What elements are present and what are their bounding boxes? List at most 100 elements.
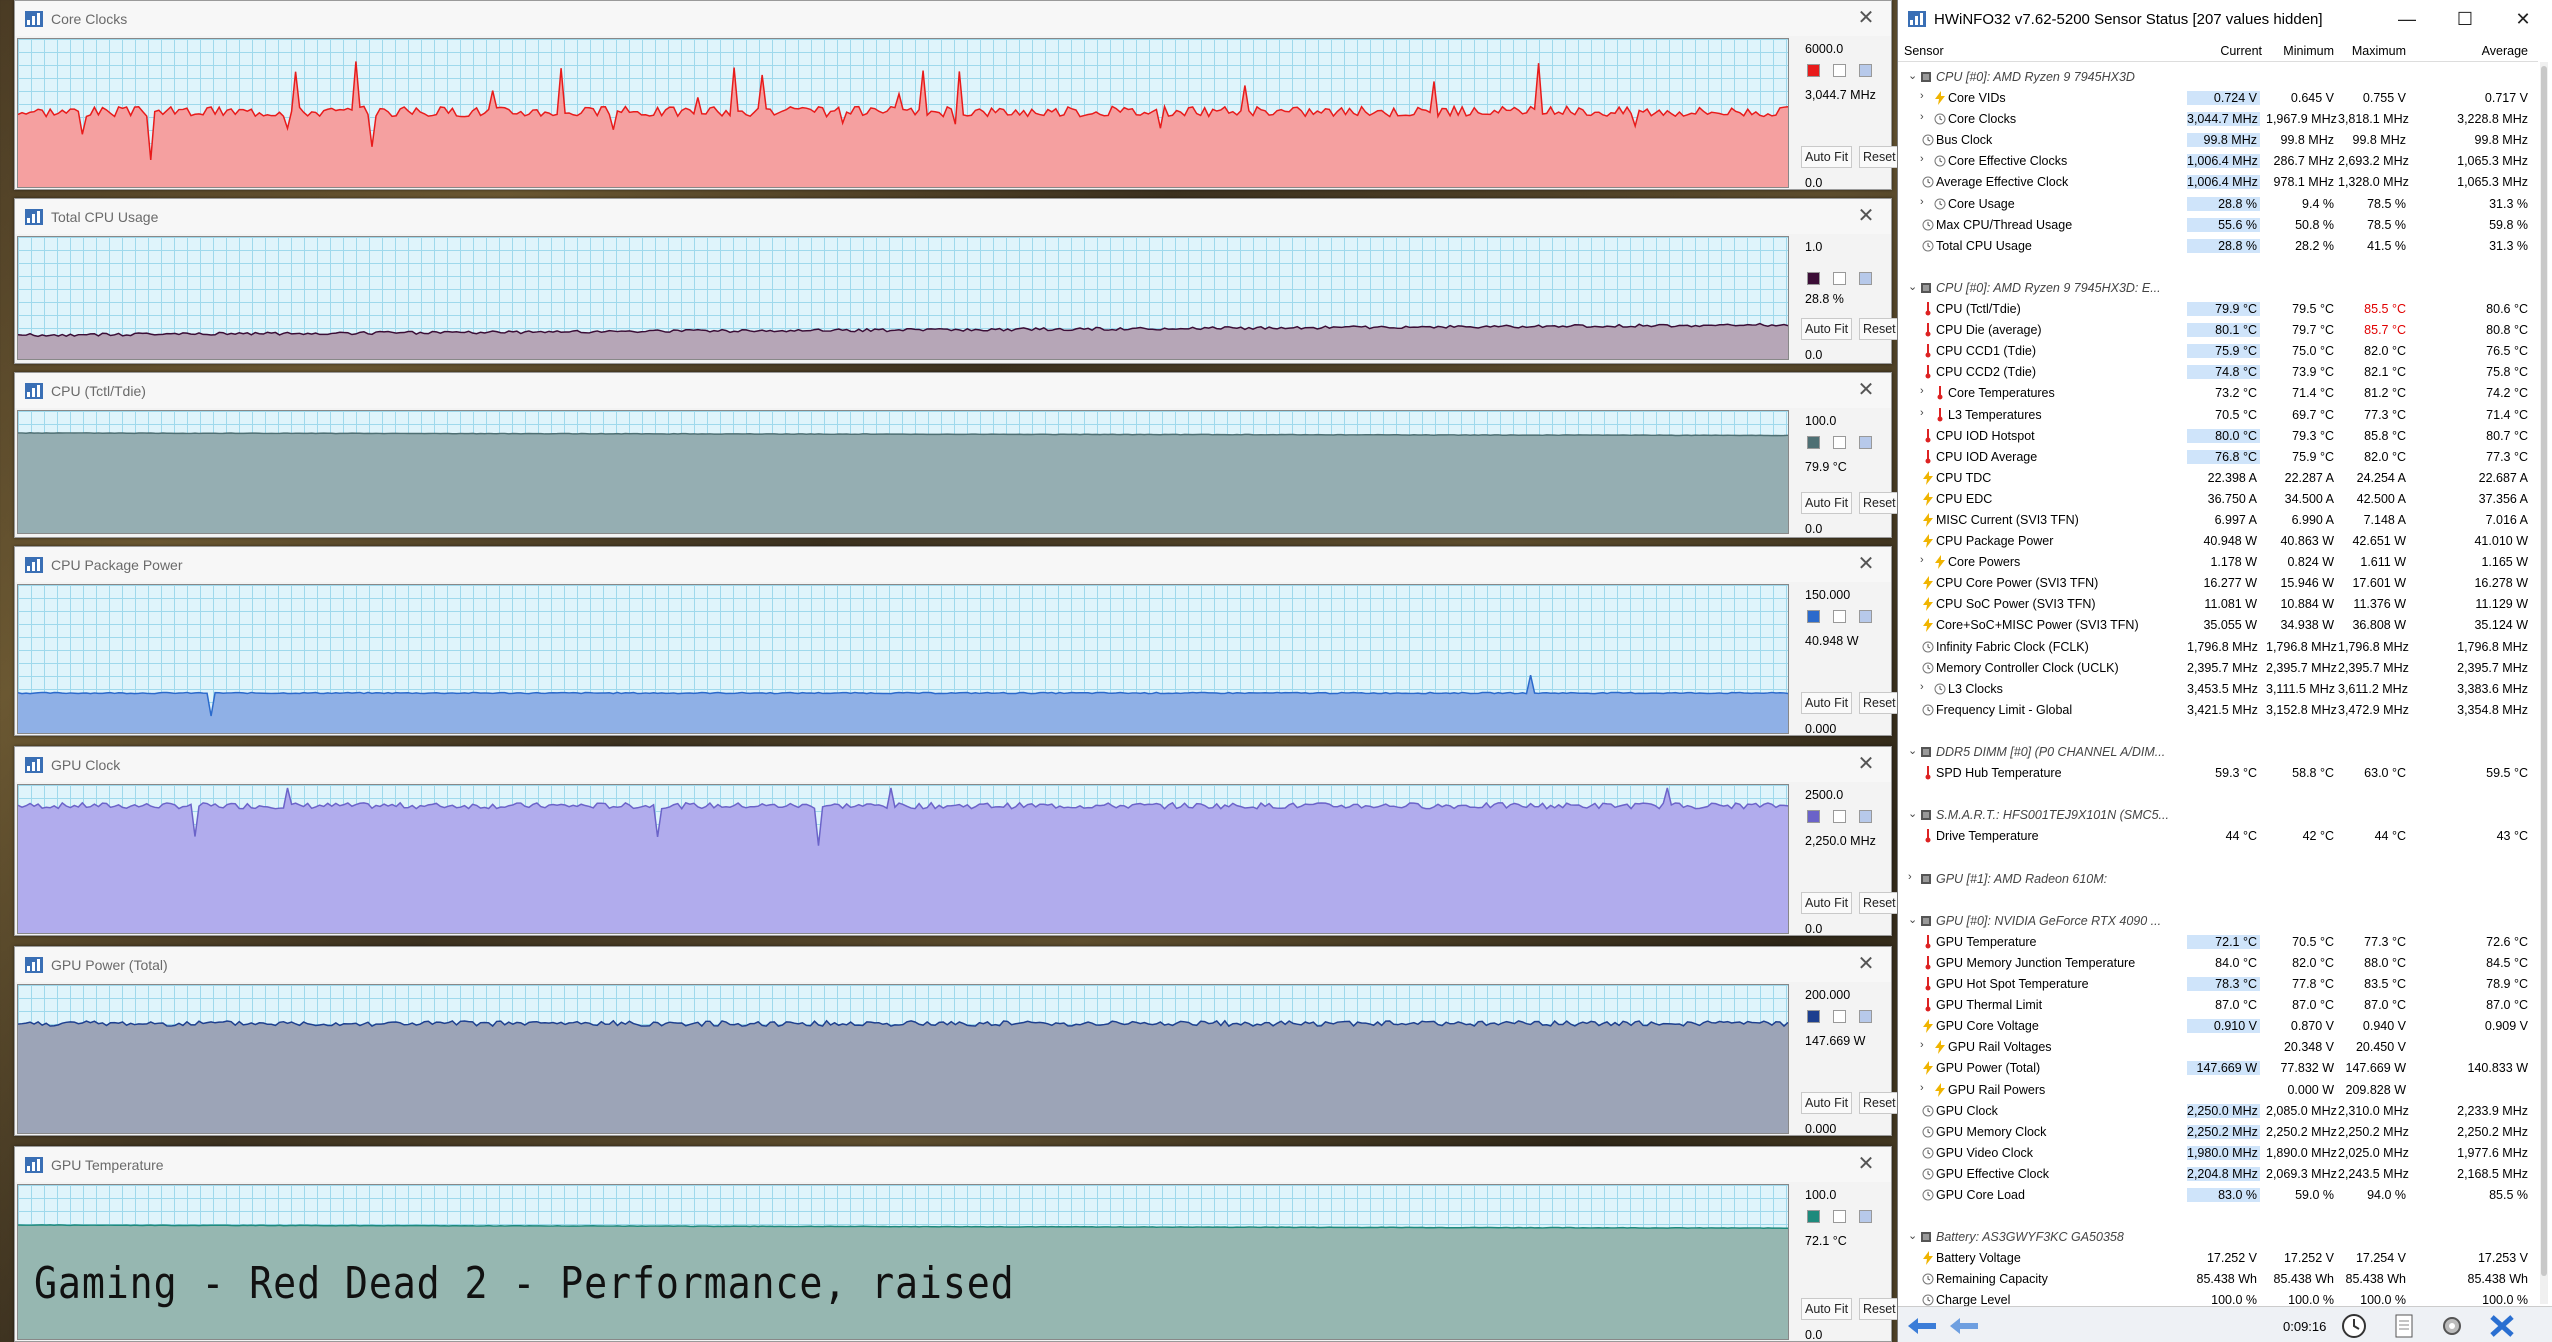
sensor-row[interactable]: GPU Hot Spot Temperature 78.3 °C 77.8 °C 83…	[1898, 974, 2538, 995]
graph-window-1[interactable]: Total CPU Usage ✕ 1.0 28.8 % Auto Fit Re…	[14, 198, 1900, 364]
graph-close-icon[interactable]: ✕	[1855, 379, 1877, 401]
chevron-right-icon[interactable]: ›	[1908, 871, 1920, 883]
series-color-swatch[interactable]	[1807, 436, 1820, 449]
auto-fit-button[interactable]: Auto Fit	[1801, 1298, 1853, 1320]
graph-window-5[interactable]: GPU Power (Total) ✕ 200.000 147.669 W Au…	[14, 946, 1900, 1136]
sensor-row[interactable]: CPU TDC 22.398 A 22.287 A 24.254 A 22.687 A	[1898, 468, 2538, 489]
series-color-swatch[interactable]	[1807, 610, 1820, 623]
swatch-blank[interactable]	[1833, 610, 1846, 623]
swatch-light[interactable]	[1859, 272, 1872, 285]
sensor-row[interactable]: › Core Powers 1.178 W 0.824 W 1.611 W 1.165 W	[1898, 552, 2538, 573]
swatch-light[interactable]	[1859, 1210, 1872, 1223]
chevron-right-icon[interactable]: ›	[1920, 407, 1932, 419]
auto-fit-button[interactable]: Auto Fit	[1801, 318, 1853, 340]
chevron-down-icon[interactable]: ⌄	[1908, 1229, 1920, 1242]
sensor-group-row[interactable]: › GPU [#1]: AMD Radeon 610M:	[1898, 869, 2538, 890]
graph-titlebar[interactable]: GPU Power (Total)	[15, 947, 1891, 982]
reset-button[interactable]: Reset	[1859, 1092, 1900, 1114]
col-average-header[interactable]: Average	[2458, 44, 2528, 58]
swatch-light[interactable]	[1859, 436, 1872, 449]
graph-close-icon[interactable]: ✕	[1855, 953, 1877, 975]
sensor-group-row[interactable]: ⌄ CPU [#0]: AMD Ryzen 9 7945HX3D	[1898, 67, 2538, 88]
auto-fit-button[interactable]: Auto Fit	[1801, 492, 1853, 514]
sensor-row[interactable]: GPU Clock 2,250.0 MHz 2,085.0 MHz 2,310.0 M…	[1898, 1101, 2538, 1122]
chevron-down-icon[interactable]: ⌄	[1908, 69, 1920, 82]
reset-button[interactable]: Reset	[1859, 318, 1900, 340]
sensor-row[interactable]: CPU CCD1 (Tdie) 75.9 °C 75.0 °C 82.0 °C 76.5…	[1898, 341, 2538, 362]
sensor-row[interactable]: GPU Temperature 72.1 °C 70.5 °C 77.3 °C 72.6…	[1898, 932, 2538, 953]
auto-fit-button[interactable]: Auto Fit	[1801, 146, 1853, 168]
report-icon[interactable]	[2388, 1313, 2420, 1339]
sensor-row[interactable]: CPU EDC 36.750 A 34.500 A 42.500 A 37.356 A	[1898, 489, 2538, 510]
graph-window-4[interactable]: GPU Clock ✕ 2500.0 2,250.0 MHz Auto Fit …	[14, 746, 1900, 936]
sensor-row[interactable]: › Core Clocks 3,044.7 MHz 1,967.9 MHz 3,818.…	[1898, 109, 2538, 130]
chevron-right-icon[interactable]: ›	[1920, 1039, 1932, 1051]
sensor-row[interactable]: Frequency Limit - Global 3,421.5 MHz 3,152…	[1898, 700, 2538, 721]
auto-fit-button[interactable]: Auto Fit	[1801, 692, 1853, 714]
sensor-row[interactable]: Core+SoC+MISC Power (SVI3 TFN) 35.055 W 34…	[1898, 615, 2538, 636]
chevron-right-icon[interactable]: ›	[1920, 385, 1932, 397]
sensor-row[interactable]: Remaining Capacity 85.438 Wh 85.438 Wh 85.4…	[1898, 1269, 2538, 1290]
graph-close-icon[interactable]: ✕	[1855, 1153, 1877, 1175]
sensor-row[interactable]: Memory Controller Clock (UCLK) 2,395.7 MH…	[1898, 658, 2538, 679]
sensor-group-row[interactable]: ⌄ Battery: AS3GWYF3KC GA50358	[1898, 1227, 2538, 1248]
chevron-down-icon[interactable]: ⌄	[1908, 280, 1920, 293]
series-color-swatch[interactable]	[1807, 810, 1820, 823]
sensor-row[interactable]: CPU SoC Power (SVI3 TFN) 11.081 W 10.884 W…	[1898, 594, 2538, 615]
chevron-down-icon[interactable]: ⌄	[1908, 807, 1920, 820]
sensor-row[interactable]: GPU Memory Clock 2,250.2 MHz 2,250.2 MHz 2,…	[1898, 1122, 2538, 1143]
chevron-right-icon[interactable]: ›	[1920, 196, 1932, 208]
chevron-right-icon[interactable]: ›	[1920, 153, 1932, 165]
sensor-row[interactable]: › L3 Clocks 3,453.5 MHz 3,111.5 MHz 3,611.2 …	[1898, 679, 2538, 700]
settings-gear-icon[interactable]	[2436, 1313, 2468, 1339]
minimize-button[interactable]: —	[2378, 0, 2436, 38]
sensor-row[interactable]: CPU Die (average) 80.1 °C 79.7 °C 85.7 °C 80…	[1898, 320, 2538, 341]
sensor-group-row[interactable]: ⌄ CPU [#0]: AMD Ryzen 9 7945HX3D: E...	[1898, 278, 2538, 299]
swatch-blank[interactable]	[1833, 64, 1846, 77]
swatch-light[interactable]	[1859, 810, 1872, 823]
maximize-button[interactable]: ☐	[2436, 0, 2494, 38]
reset-button[interactable]: Reset	[1859, 892, 1900, 914]
sensor-row[interactable]: Bus Clock 99.8 MHz 99.8 MHz 99.8 MHz 99.8 MH…	[1898, 130, 2538, 151]
col-sensor-header[interactable]: Sensor	[1904, 44, 1944, 58]
sensor-row[interactable]: SPD Hub Temperature 59.3 °C 58.8 °C 63.0 °C…	[1898, 763, 2538, 784]
sensor-row[interactable]: › GPU Rail Powers 0.000 W 209.828 W	[1898, 1080, 2538, 1101]
sensor-row[interactable]: GPU Power (Total) 147.669 W 77.832 W 147.66…	[1898, 1058, 2538, 1079]
chevron-right-icon[interactable]: ›	[1920, 1082, 1932, 1094]
graph-close-icon[interactable]: ✕	[1855, 205, 1877, 227]
sensor-row[interactable]: CPU IOD Average 76.8 °C 75.9 °C 82.0 °C 77.3…	[1898, 447, 2538, 468]
sensor-row[interactable]: CPU CCD2 (Tdie) 74.8 °C 73.9 °C 82.1 °C 75.8…	[1898, 362, 2538, 383]
graph-window-3[interactable]: CPU Package Power ✕ 150.000 40.948 W Aut…	[14, 546, 1900, 736]
sensor-row[interactable]: › Core Usage 28.8 % 9.4 % 78.5 % 31.3 %	[1898, 194, 2538, 215]
sensor-row[interactable]: › Core Temperatures 73.2 °C 71.4 °C 81.2 °C 7…	[1898, 383, 2538, 404]
graph-close-icon[interactable]: ✕	[1855, 7, 1877, 29]
sensor-row[interactable]: GPU Effective Clock 2,204.8 MHz 2,069.3 MH…	[1898, 1164, 2538, 1185]
series-color-swatch[interactable]	[1807, 1010, 1820, 1023]
swatch-blank[interactable]	[1833, 436, 1846, 449]
graph-titlebar[interactable]: CPU (Tctl/Tdie)	[15, 373, 1891, 408]
graph-titlebar[interactable]: GPU Clock	[15, 747, 1891, 782]
series-color-swatch[interactable]	[1807, 64, 1820, 77]
nav-left-right-icon[interactable]	[1906, 1313, 1938, 1339]
sensor-row[interactable]: CPU IOD Hotspot 80.0 °C 79.3 °C 85.8 °C 80.7…	[1898, 426, 2538, 447]
graph-window-0[interactable]: Core Clocks ✕ 6000.0 3,044.7 MHz Auto Fi…	[14, 0, 1900, 190]
auto-fit-button[interactable]: Auto Fit	[1801, 1092, 1853, 1114]
nav-left-icon[interactable]	[1948, 1313, 1980, 1339]
close-x-icon[interactable]	[2486, 1313, 2518, 1339]
sensor-group-row[interactable]: ⌄ GPU [#0]: NVIDIA GeForce RTX 4090 ...	[1898, 911, 2538, 932]
graph-titlebar[interactable]: Total CPU Usage	[15, 199, 1891, 234]
sensor-row[interactable]: Drive Temperature 44 °C 42 °C 44 °C 43 °C	[1898, 826, 2538, 847]
chevron-right-icon[interactable]: ›	[1920, 681, 1932, 693]
graph-titlebar[interactable]: CPU Package Power	[15, 547, 1891, 582]
swatch-light[interactable]	[1859, 64, 1872, 77]
sensor-row[interactable]: CPU (Tctl/Tdie) 79.9 °C 79.5 °C 85.5 °C 80.6…	[1898, 299, 2538, 320]
col-current-header[interactable]: Current	[2208, 44, 2262, 58]
sensor-row[interactable]: Battery Voltage 17.252 V 17.252 V 17.254 V 1…	[1898, 1248, 2538, 1269]
graph-window-2[interactable]: CPU (Tctl/Tdie) ✕ 100.0 79.9 °C Auto Fit…	[14, 372, 1900, 538]
sensor-group-row[interactable]: ⌄ DDR5 DIMM [#0] (P0 CHANNEL A/DIM...	[1898, 742, 2538, 763]
graph-close-icon[interactable]: ✕	[1855, 553, 1877, 575]
scrollbar-thumb[interactable]	[2541, 66, 2547, 1276]
auto-fit-button[interactable]: Auto Fit	[1801, 892, 1853, 914]
sensor-row[interactable]: Max CPU/Thread Usage 55.6 % 50.8 % 78.5 % 59…	[1898, 215, 2538, 236]
sensor-row[interactable]: Total CPU Usage 28.8 % 28.2 % 41.5 % 31.3 %	[1898, 236, 2538, 257]
